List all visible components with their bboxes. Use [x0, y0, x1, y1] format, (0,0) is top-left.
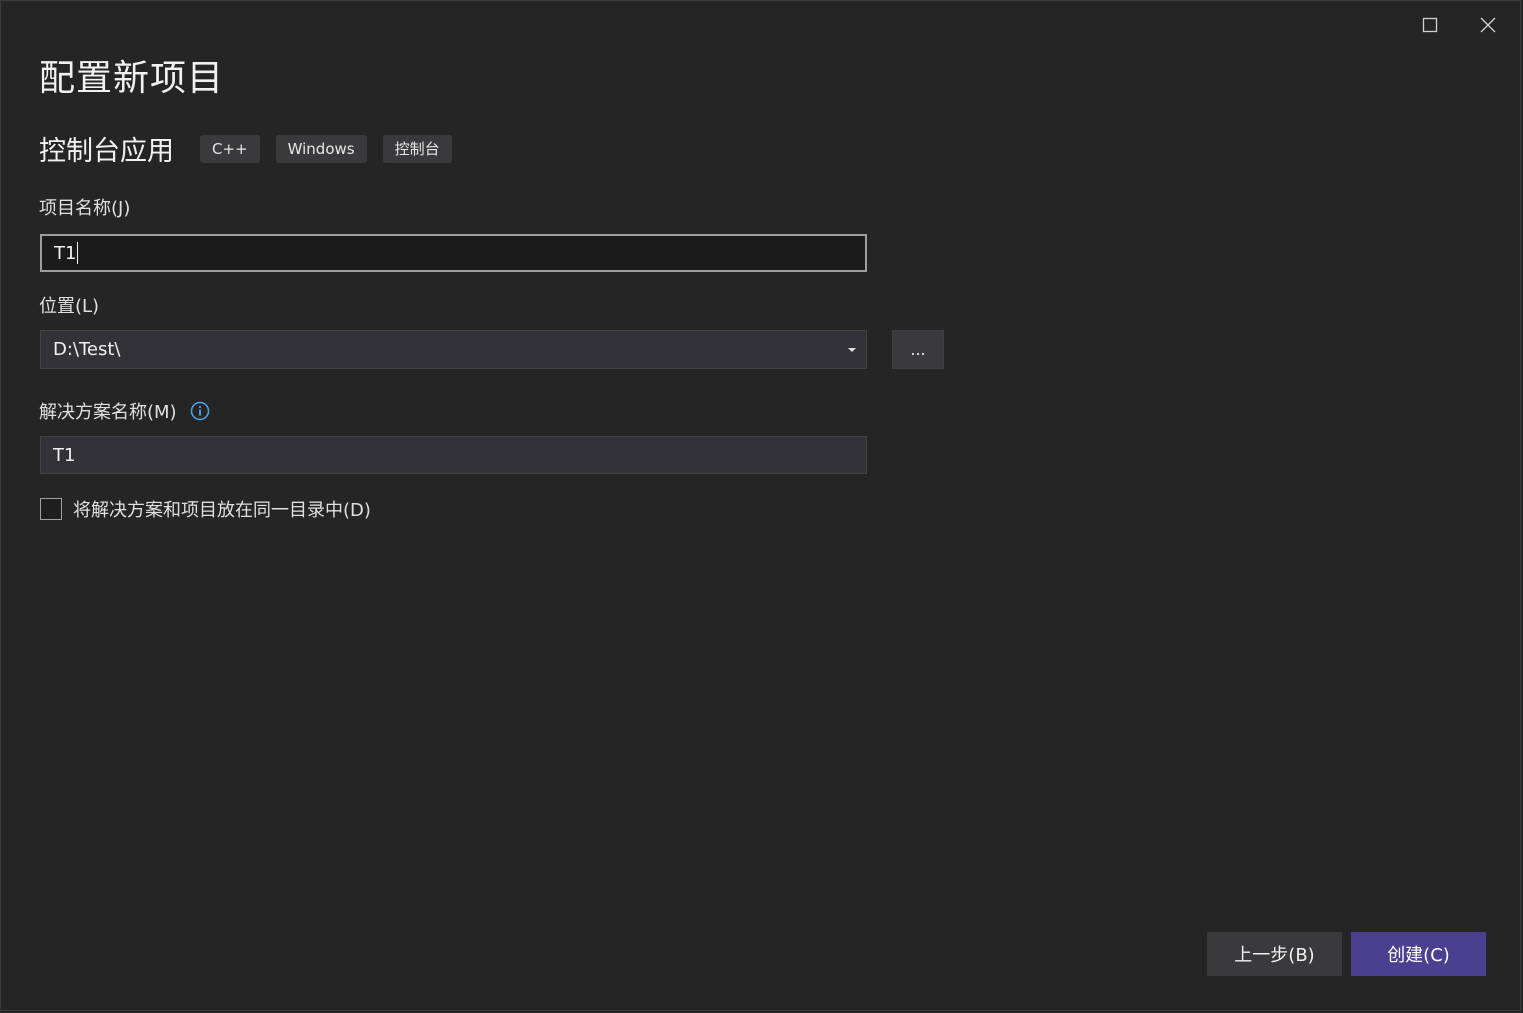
chevron-down-icon[interactable] [846, 346, 858, 354]
text-caret [77, 242, 79, 264]
location-value: D:\Test\ [53, 339, 121, 360]
solution-name-input[interactable]: T1 [40, 436, 867, 474]
same-directory-checkbox[interactable] [40, 498, 62, 520]
close-icon [1480, 17, 1496, 33]
solution-name-value: T1 [53, 444, 76, 466]
page-title: 配置新项目 [39, 58, 225, 99]
solution-name-label-row: 解决方案名称(M) [39, 398, 210, 424]
location-combobox[interactable]: D:\Test\ [40, 330, 867, 369]
maximize-icon [1422, 17, 1438, 33]
project-name-label: 项目名称(J) [39, 198, 131, 219]
project-name-input[interactable]: T1 [40, 234, 867, 272]
template-info: 控制台应用 C++ Windows 控制台 [39, 129, 468, 168]
same-directory-label: 将解决方案和项目放在同一目录中(D) [73, 500, 371, 521]
template-name: 控制台应用 [39, 136, 174, 167]
location-label: 位置(L) [39, 296, 100, 317]
project-name-value: T1 [54, 242, 77, 264]
maximize-button[interactable] [1412, 11, 1448, 39]
same-directory-option[interactable]: 将解决方案和项目放在同一目录中(D) [40, 496, 371, 522]
window-controls [1412, 11, 1506, 39]
tag-platform: Windows [275, 134, 367, 163]
back-button[interactable]: 上一步(B) [1207, 932, 1342, 976]
close-button[interactable] [1470, 11, 1506, 39]
tag-language: C++ [200, 134, 260, 163]
configure-project-dialog: 配置新项目 控制台应用 C++ Windows 控制台 项目名称(J) T1 位… [0, 0, 1521, 1011]
create-button[interactable]: 创建(C) [1351, 932, 1486, 976]
info-icon[interactable] [190, 401, 210, 421]
solution-name-label: 解决方案名称(M) [39, 402, 177, 423]
tag-project-type: 控制台 [382, 134, 452, 163]
browse-button[interactable]: ... [892, 330, 944, 369]
